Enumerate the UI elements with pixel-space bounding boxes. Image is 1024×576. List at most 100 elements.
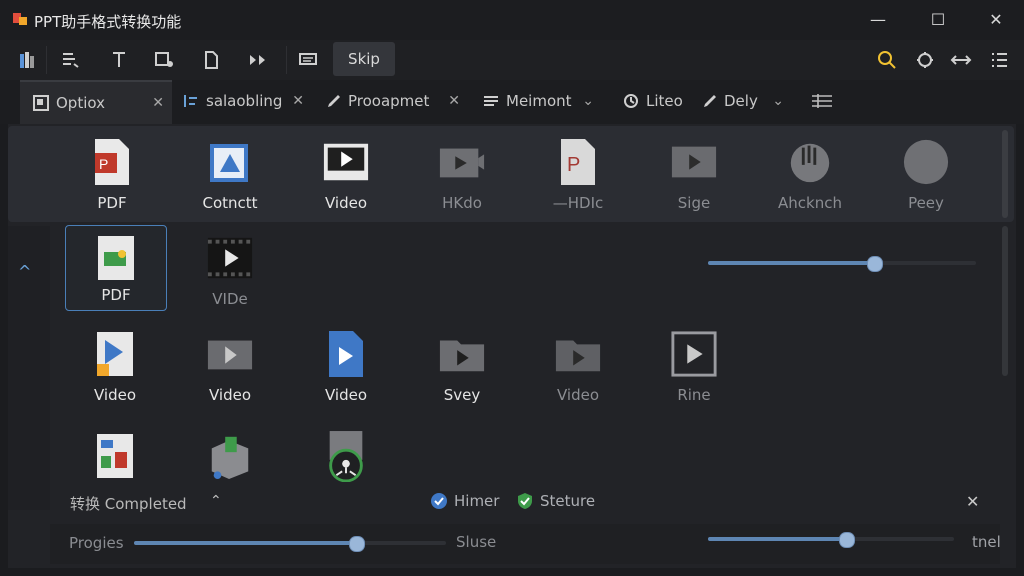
close-icon[interactable]: ✕: [966, 492, 979, 511]
format-label: HKdo: [442, 194, 482, 212]
format-video[interactable]: Video: [296, 138, 396, 212]
slider-handle[interactable]: [838, 532, 855, 548]
format-sige[interactable]: Sige: [644, 138, 744, 212]
forward-icon[interactable]: [244, 46, 274, 74]
video-camera-icon: [438, 138, 486, 186]
tab-label: Dely: [724, 92, 758, 110]
grid-item-box[interactable]: [180, 432, 280, 480]
progress-slider[interactable]: [134, 536, 446, 552]
format-label: Ahcknch: [778, 194, 842, 212]
grid-item-video[interactable]: VIDe: [180, 234, 280, 308]
slider-fill: [708, 261, 875, 265]
chevron-down-icon[interactable]: ⌄: [582, 93, 594, 109]
grid-item-rine[interactable]: Rine: [644, 330, 744, 404]
check-label: Himer: [454, 492, 500, 510]
tab-close-icon[interactable]: ✕: [292, 93, 304, 109]
chevron-down-icon[interactable]: ⌄: [772, 93, 784, 109]
circle-icon: [902, 138, 950, 186]
play-icon: [670, 138, 718, 186]
text-tool-icon[interactable]: [104, 46, 134, 74]
svg-text:P: P: [99, 156, 108, 172]
pdf-icon: P: [554, 138, 602, 186]
menu-list-icon[interactable]: [984, 46, 1014, 74]
format-label: Video: [324, 386, 368, 404]
format-ahcknch[interactable]: Ahcknch: [760, 138, 860, 212]
grid-item-video-4[interactable]: Video: [528, 330, 628, 404]
format-cotnctt[interactable]: Cotnctt: [180, 138, 280, 212]
format-list-icon[interactable]: [56, 46, 86, 74]
grid-item-video-3[interactable]: Video: [296, 330, 396, 404]
tab-label: Optiox: [56, 94, 105, 112]
tab-close-icon[interactable]: ✕: [448, 93, 460, 109]
tab-salaobling[interactable]: salaobling ✕: [176, 80, 312, 122]
tab-liteo[interactable]: Liteo: [614, 80, 694, 122]
tab-options[interactable]: Optiox ✕: [20, 80, 172, 124]
volume-slider[interactable]: [708, 532, 954, 548]
format-hkdo[interactable]: HKdo: [412, 138, 512, 212]
grid-item-video-2[interactable]: Video: [180, 330, 280, 404]
format-peey[interactable]: Peey: [876, 138, 976, 212]
minimize-button[interactable]: —: [858, 6, 898, 34]
slider-handle[interactable]: [348, 536, 365, 552]
format-label: Rine: [677, 386, 711, 404]
pdf-export-icon: [92, 234, 140, 282]
slider-fill: [134, 541, 356, 545]
lines-icon: [484, 96, 498, 106]
tab-prooapmet[interactable]: Prooapmet ✕: [318, 80, 468, 122]
format-label: VIDe: [212, 290, 248, 308]
tab-label: Prooapmet: [348, 92, 430, 110]
tab-dely[interactable]: Dely ⌄: [696, 80, 796, 122]
format-pdf[interactable]: P PDF: [62, 138, 162, 212]
format-label: —HDIc: [552, 194, 604, 212]
grid-item-report[interactable]: [65, 432, 165, 480]
sync-icon[interactable]: [910, 46, 940, 74]
swap-arrows-icon[interactable]: [946, 46, 976, 74]
pencil-icon: [328, 95, 340, 107]
document-stack-icon[interactable]: [12, 46, 42, 74]
tab-meimont[interactable]: Meimont ⌄: [474, 80, 606, 122]
close-button[interactable]: ✕: [976, 6, 1016, 34]
maximize-button[interactable]: ☐: [918, 6, 958, 34]
steture-check[interactable]: Steture: [516, 492, 595, 510]
vertical-scrollbar[interactable]: [1000, 130, 1012, 506]
slider-fill: [708, 537, 846, 541]
window-icon: [33, 95, 49, 111]
grid-item-svey[interactable]: Svey: [412, 330, 512, 404]
format-label: Video: [208, 386, 252, 404]
format-label: PDF: [97, 194, 127, 212]
format-hdic[interactable]: P —HDIc: [528, 138, 628, 212]
folder-video-icon: [438, 330, 486, 378]
grid-item-converter[interactable]: [296, 431, 396, 483]
format-label: Video: [324, 194, 368, 212]
layout-toggle[interactable]: [806, 80, 840, 122]
tab-label: Meimont: [506, 92, 572, 110]
format-label: Svey: [443, 386, 481, 404]
format-label: Sige: [677, 194, 711, 212]
report-icon: [91, 432, 139, 480]
grid-item-pdf[interactable]: PDF: [65, 225, 167, 311]
himer-check[interactable]: Himer: [430, 492, 499, 510]
skip-button[interactable]: Skip: [333, 42, 395, 76]
format-label: Video: [93, 386, 137, 404]
slider-handle[interactable]: [867, 256, 884, 272]
scrollbar-thumb[interactable]: [1002, 226, 1008, 376]
format-label: Peey: [908, 194, 944, 212]
search-icon[interactable]: [872, 46, 902, 74]
tab-close-icon[interactable]: ✕: [152, 95, 164, 111]
folder-video-icon: [554, 330, 602, 378]
grid-item-video-1[interactable]: Video: [65, 330, 165, 404]
app-logo-icon: [13, 13, 27, 25]
chevron-up-icon[interactable]: ⌃: [210, 493, 222, 509]
collapse-up-icon[interactable]: ^: [18, 262, 31, 281]
image-edit-icon[interactable]: [150, 46, 180, 74]
brush-icon: [704, 95, 716, 107]
document-convert-icon[interactable]: [196, 46, 226, 74]
converter-icon: [322, 431, 370, 483]
tab-label: Liteo: [646, 92, 683, 110]
slides-icon[interactable]: [294, 46, 324, 74]
quality-slider[interactable]: [708, 256, 976, 272]
tab-label: salaobling: [206, 92, 283, 110]
check-label: Steture: [540, 492, 596, 510]
film-icon: [206, 234, 254, 282]
scrollbar-thumb[interactable]: [1002, 130, 1008, 218]
